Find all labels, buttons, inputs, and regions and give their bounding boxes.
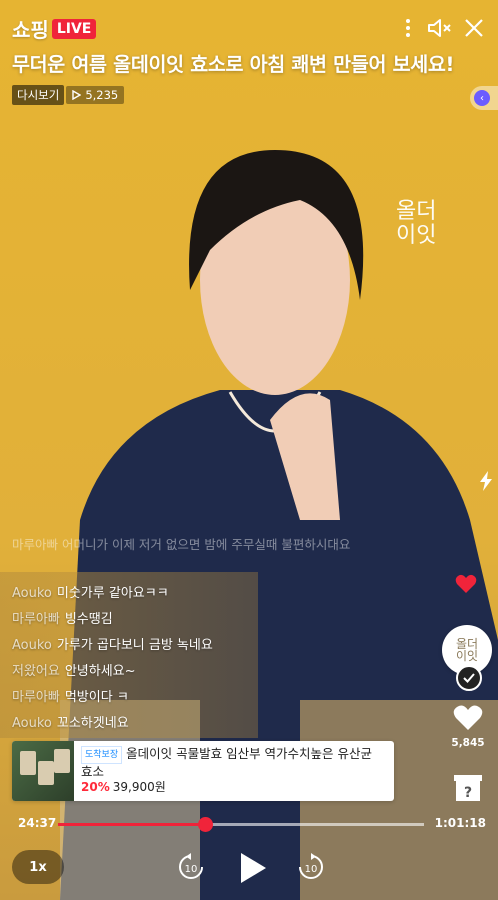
top-bar: 쇼핑 LIVE [12, 14, 488, 44]
current-time: 24:37 [18, 816, 57, 830]
svg-text:?: ? [464, 785, 472, 801]
chat-list: Aouko 미숫가루 같아요ㅋㅋ 마루아빠 빙수땡김 Aouko 가루가 곱다보니 금… [0, 572, 258, 738]
broadcast-title: 무더운 여름 올데이잇 효소로 아침 쾌변 만들어 보세요! [12, 53, 455, 76]
player-controls: 1x 10 10 [0, 846, 498, 890]
svg-text:10: 10 [305, 864, 318, 875]
chat-user: Aouko [12, 716, 52, 731]
playback-progress: 24:37 1:01:18 [12, 812, 486, 836]
live-badge: LIVE [51, 18, 97, 39]
chat-text: 먹방이다 ㅋ [64, 690, 129, 705]
chat-text: 안녕하세요~ [64, 664, 136, 679]
chat-user: Aouko [12, 586, 52, 601]
watermark-line-2: 이잇 [396, 223, 437, 248]
view-count: 5,235 [85, 88, 119, 102]
product-thumbnail [12, 741, 74, 801]
side-panel-tab[interactable]: ‹ [470, 86, 498, 110]
live-replay-screen: 쇼핑 LIVE 무더운 여름 올데이잇 효소로 아침 쾌변 만들어 보세요! 다… [0, 0, 498, 900]
close-icon[interactable] [460, 14, 488, 42]
chat-message: Aouko 꼬소하겟네요 [12, 712, 129, 731]
chat-user: 저왔어요 [12, 664, 60, 679]
chat-user: Aouko [12, 638, 52, 653]
product-card[interactable]: 도착보장 올데이잇 곡물발효 임산부 역가수치높은 유산균 효소 20% 39,90… [12, 741, 394, 801]
gift-box-button[interactable]: ? [446, 770, 490, 806]
like-count: 5,845 [451, 737, 485, 749]
flash-icon[interactable] [479, 470, 493, 497]
play-icon[interactable] [236, 850, 270, 886]
check-icon[interactable] [456, 665, 482, 691]
floating-heart-icon [455, 574, 477, 598]
replay-label: 다시보기 [12, 85, 65, 105]
mute-icon[interactable] [426, 14, 454, 42]
seek-handle[interactable] [197, 817, 213, 832]
heart-icon [453, 705, 483, 730]
chat-message: Aouko 미숫가루 같아요ㅋㅋ [12, 582, 169, 601]
chat-message: 마루아빠 먹방이다 ㅋ [12, 686, 129, 705]
watermark-line-1: 올더 [396, 199, 437, 224]
seek-bar-fill [58, 823, 205, 826]
chat-user: 마루아빠 [12, 612, 60, 627]
svg-text:10: 10 [185, 864, 198, 875]
total-time: 1:01:18 [434, 816, 486, 830]
more-icon[interactable] [394, 14, 422, 42]
product-info: 도착보장 올데이잇 곡물발효 임산부 역가수치높은 유산균 효소 20% 39,90… [74, 741, 394, 801]
product-name: 도착보장 올데이잇 곡물발효 임산부 역가수치높은 유산균 효소 [81, 746, 387, 780]
faded-comment: 마루아빠 어머니가 이제 저거 없으면 밤에 주무실때 불편하시대요 [12, 537, 351, 552]
product-title: 올데이잇 곡물발효 임산부 역가수치높은 유산균 효소 [81, 746, 373, 779]
shopping-live-logo: 쇼핑 LIVE [12, 14, 97, 43]
channel-avatar-logo: 올더 이잇 [455, 637, 479, 663]
brand-name: 쇼핑 [12, 18, 49, 42]
gift-box-icon: ? [454, 775, 482, 801]
view-count-badge: 5,235 [66, 86, 125, 104]
product-price-row: 20% 39,900원 [81, 778, 166, 795]
chat-message: Aouko 가루가 곱다보니 금방 녹네요 [12, 634, 213, 653]
seek-bar[interactable] [58, 817, 424, 832]
forward-10-icon[interactable]: 10 [296, 852, 326, 882]
chat-text: 가루가 곱다보니 금방 녹네요 [56, 638, 213, 653]
play-triangle-icon [72, 90, 82, 100]
product-price: 39,900원 [112, 780, 166, 794]
brand-watermark: 올더 이잇 [396, 200, 436, 248]
chat-message: 마루아빠 빙수땡김 [12, 608, 113, 627]
chat-text: 빙수땡김 [64, 612, 113, 627]
delivery-badge: 도착보장 [81, 746, 123, 764]
chat-text: 미숫가루 같아요ㅋㅋ [56, 586, 169, 601]
like-button[interactable]: 5,845 [446, 704, 490, 749]
replay-meta: 다시보기 5,235 [12, 85, 125, 105]
chat-user: 마루아빠 [12, 690, 60, 705]
playback-speed-button[interactable]: 1x [12, 850, 64, 884]
chat-message: 저왔어요 안녕하세요~ [12, 660, 136, 679]
chevron-left-icon: ‹ [474, 90, 490, 106]
chat-text: 꼬소하겟네요 [56, 716, 129, 731]
product-discount: 20% [81, 780, 110, 794]
rewind-10-icon[interactable]: 10 [176, 852, 206, 882]
